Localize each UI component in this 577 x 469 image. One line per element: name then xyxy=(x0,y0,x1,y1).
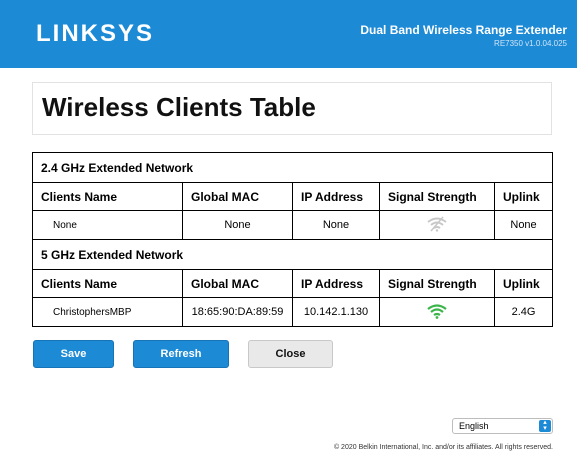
column-header-ip-address: IP Address xyxy=(292,269,380,298)
wifi-off-icon xyxy=(427,216,447,232)
table-row: ChristophersMBP 18:65:90:DA:89:59 10.142… xyxy=(32,297,554,327)
signal-strength-cell xyxy=(379,297,495,327)
copyright-text: © 2020 Belkin International, Inc. and/or… xyxy=(333,444,553,451)
client-mac: 18:65:90:DA:89:59 xyxy=(182,297,293,327)
model-version: RE7350 v1.0.04.025 xyxy=(494,39,567,48)
signal-strength-cell xyxy=(379,210,495,240)
table-row: None None None None xyxy=(32,210,554,240)
column-header-uplink: Uplink xyxy=(493,269,554,298)
network-section-24ghz: 2.4 GHz Extended Network xyxy=(31,152,554,183)
column-header-ip-address: IP Address xyxy=(292,182,380,211)
table-header-row: Clients Name Global MAC IP Address Signa… xyxy=(32,182,554,211)
column-header-clients-name: Clients Name xyxy=(32,182,183,211)
client-name: ChristophersMBP xyxy=(32,297,183,327)
client-ip: 10.142.1.130 xyxy=(292,297,380,327)
client-mac: None xyxy=(182,210,293,240)
wifi-full-icon xyxy=(427,303,447,319)
language-select[interactable]: English ▴ ▾ xyxy=(452,418,553,434)
product-name: Dual Band Wireless Range Extender xyxy=(360,23,567,37)
column-header-signal-strength: Signal Strength xyxy=(379,269,495,298)
client-uplink: None xyxy=(493,210,554,240)
column-header-global-mac: Global MAC xyxy=(182,269,293,298)
refresh-button[interactable]: Refresh xyxy=(133,340,229,368)
client-ip: None xyxy=(292,210,380,240)
column-header-clients-name: Clients Name xyxy=(32,269,183,298)
linksys-logo: LINKSYS xyxy=(36,20,155,47)
client-uplink: 2.4G xyxy=(493,297,554,327)
network-section-label: 2.4 GHz Extended Network xyxy=(31,152,554,183)
table-header-row: Clients Name Global MAC IP Address Signa… xyxy=(32,269,554,298)
column-header-signal-strength: Signal Strength xyxy=(379,182,495,211)
column-header-uplink: Uplink xyxy=(493,182,554,211)
header-bar: LINKSYS Dual Band Wireless Range Extende… xyxy=(0,0,577,68)
column-header-global-mac: Global MAC xyxy=(182,182,293,211)
page-title: Wireless Clients Table xyxy=(42,92,316,122)
wireless-clients-table: 2.4 GHz Extended Network Clients Name Gl… xyxy=(31,152,554,327)
title-panel: Wireless Clients Table xyxy=(32,82,552,135)
save-button[interactable]: Save xyxy=(33,340,114,368)
network-section-5ghz: 5 GHz Extended Network xyxy=(31,239,554,270)
network-section-label: 5 GHz Extended Network xyxy=(31,239,554,270)
chevron-up-down-icon: ▴ ▾ xyxy=(539,419,551,432)
language-select-value: English xyxy=(459,421,489,431)
client-name: None xyxy=(32,210,183,240)
close-button[interactable]: Close xyxy=(248,340,333,368)
